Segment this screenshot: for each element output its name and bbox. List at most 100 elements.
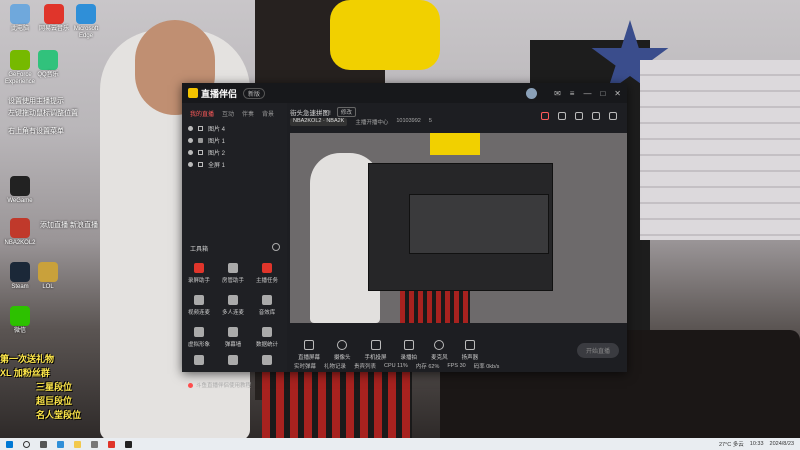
overlay-hint: 左键拖动鼠标调整位置 bbox=[8, 110, 78, 117]
tool-multi-link[interactable]: 多人连麦 bbox=[218, 295, 248, 316]
share-icon[interactable] bbox=[609, 112, 617, 120]
broadcast-center-link[interactable]: 主播开播中心 bbox=[355, 118, 388, 126]
status-item[interactable]: 实时弹幕 bbox=[294, 362, 316, 370]
camera-button[interactable]: 摄像头 bbox=[334, 339, 351, 361]
source-row[interactable]: 全屏 1 bbox=[182, 158, 287, 170]
screen-capture-button[interactable]: 直播屏幕 bbox=[298, 339, 320, 361]
close-icon[interactable]: ✕ bbox=[614, 89, 621, 98]
checkbox-icon[interactable] bbox=[198, 149, 203, 155]
checkbox-icon[interactable] bbox=[198, 161, 203, 167]
preview-yellow bbox=[430, 133, 480, 155]
microphone-button[interactable]: 麦克风 bbox=[431, 339, 448, 361]
stream-title: 街头急速拼图! 修改 bbox=[290, 107, 356, 117]
video-icon bbox=[194, 295, 204, 305]
eye-icon[interactable] bbox=[188, 161, 193, 167]
menu-icon[interactable]: ≡ bbox=[570, 89, 575, 98]
desktop-icon[interactable]: WeGame bbox=[2, 176, 38, 205]
danmu-overlay: 第一次送礼物 XL 加粉丝群 三星段位 超巨段位 名人堂段位 bbox=[0, 352, 110, 422]
window-controls: ✉ ≡ — □ ✕ bbox=[526, 87, 621, 99]
version-badge[interactable]: 新版 bbox=[243, 87, 266, 99]
desktop-icon[interactable]: 此电脑 bbox=[2, 4, 38, 33]
tab-accompany[interactable]: 伴奏 bbox=[242, 109, 254, 118]
tab-my-stream[interactable]: 我的直播 bbox=[190, 109, 214, 118]
live-companion-icon[interactable] bbox=[125, 440, 132, 448]
speaker-button[interactable]: 扬声器 bbox=[462, 339, 478, 361]
maximize-icon[interactable]: □ bbox=[600, 89, 605, 98]
tab-interact[interactable]: 互动 bbox=[222, 109, 234, 118]
tab-background[interactable]: 背景 bbox=[262, 109, 274, 118]
desktop-icon[interactable]: QQ音乐 bbox=[30, 50, 66, 79]
wegame-icon bbox=[10, 176, 30, 196]
tool-video-link[interactable]: 视频连麦 bbox=[184, 295, 214, 316]
gear-icon[interactable] bbox=[272, 243, 280, 251]
overlay-hint: 设置使用主播提示 bbox=[8, 98, 64, 105]
go-live-button[interactable]: 开始直播 bbox=[576, 342, 619, 358]
bell-icon[interactable] bbox=[592, 112, 600, 120]
start-icon[interactable] bbox=[6, 440, 13, 448]
clock-date[interactable]: 2024/8/23 bbox=[770, 441, 794, 447]
record-button[interactable]: 录播拍 bbox=[401, 339, 417, 361]
task-icon[interactable] bbox=[541, 112, 549, 120]
edit-title-button[interactable]: 修改 bbox=[336, 107, 356, 117]
tool-stats[interactable]: 数据统计 bbox=[252, 327, 282, 348]
music-icon bbox=[262, 295, 272, 305]
app-logo: 直播伴侣 bbox=[188, 87, 237, 100]
desktop-icon[interactable]: LOL bbox=[30, 262, 66, 291]
desktop-icon[interactable]: 微信 bbox=[2, 306, 38, 335]
status-item[interactable]: 贵宾列表 bbox=[354, 362, 376, 370]
overlay-hint: 右上角有设置菜单 bbox=[8, 128, 64, 135]
checkbox-icon[interactable] bbox=[198, 125, 203, 131]
avatar[interactable] bbox=[526, 87, 538, 99]
tool-room-admin[interactable]: 房管助手 bbox=[218, 263, 248, 284]
search-icon[interactable] bbox=[23, 440, 30, 448]
source-row[interactable]: 图片 4 bbox=[182, 122, 287, 134]
status-item: 码率 0kb/s bbox=[473, 364, 500, 370]
room-id: 10103992 bbox=[396, 118, 421, 124]
calendar-icon[interactable] bbox=[575, 112, 583, 120]
explorer-icon[interactable] bbox=[74, 440, 81, 448]
live-companion-window: 直播伴侣 新版 ✉ ≡ — □ ✕ 我的直播 互动 伴奏 背景 图片 4 图片 … bbox=[182, 83, 627, 389]
stream-preview[interactable] bbox=[290, 133, 627, 323]
store-icon[interactable] bbox=[91, 440, 98, 448]
wallpaper-trailer-panel bbox=[640, 60, 800, 240]
overlay-hint: 添加直播 新浪直播 bbox=[40, 222, 98, 229]
tool-replay[interactable] bbox=[184, 355, 214, 368]
camera-icon bbox=[337, 339, 348, 350]
edge-icon[interactable] bbox=[57, 440, 64, 448]
task-view-icon[interactable] bbox=[40, 440, 47, 448]
netease-icon[interactable] bbox=[108, 440, 115, 448]
tool-avatar[interactable]: 虚拟形象 bbox=[184, 327, 214, 348]
desktop-icon[interactable]: NBA2KOL2 bbox=[2, 218, 38, 247]
clock-time[interactable]: 10:33 bbox=[750, 441, 764, 447]
phone-cast-button[interactable]: 手机投屏 bbox=[365, 339, 387, 361]
share-screen-icon[interactable] bbox=[558, 112, 566, 120]
tool-settings[interactable] bbox=[252, 355, 282, 368]
weather-widget[interactable]: 27°C 多云 bbox=[719, 440, 744, 448]
status-item[interactable]: 礼物记录 bbox=[324, 362, 346, 370]
message-icon[interactable]: ✉ bbox=[554, 89, 561, 98]
source-row[interactable]: 图片 1 bbox=[182, 134, 287, 146]
desktop-icon[interactable]: Microsoft Edge bbox=[68, 4, 104, 40]
source-row[interactable]: 图片 2 bbox=[182, 146, 287, 158]
stream-meta: NBA2KOL2 · NBA2K 主播开播中心 10103992 5 bbox=[290, 118, 432, 126]
danmu-line: 名人堂段位 bbox=[36, 410, 82, 420]
tool-more[interactable] bbox=[218, 355, 248, 368]
tool-task[interactable]: 主播任务 bbox=[252, 263, 282, 284]
status-item: CPU 11% bbox=[384, 363, 408, 369]
category-tag[interactable]: NBA2KOL2 · NBA2K bbox=[290, 118, 348, 126]
eye-icon[interactable] bbox=[188, 137, 193, 143]
eye-icon[interactable] bbox=[188, 125, 193, 131]
tool-sound[interactable]: 音效库 bbox=[252, 295, 282, 316]
tutorial-link[interactable]: 斗鱼直播伴侣使用教程 bbox=[188, 381, 251, 389]
tool-record[interactable]: 录屏助手 bbox=[184, 263, 214, 284]
scene-tabs: 我的直播 互动 伴奏 背景 bbox=[182, 103, 287, 122]
tool-danmu-wall[interactable]: 弹幕墙 bbox=[218, 327, 248, 348]
left-panel: 我的直播 互动 伴奏 背景 图片 4 图片 1 图片 2 全屏 1 工具箱 录屏… bbox=[182, 103, 287, 389]
danmu-line: XL 加粉丝群 bbox=[0, 368, 50, 378]
viewer-count: 5 bbox=[428, 118, 432, 124]
eye-icon[interactable] bbox=[188, 149, 193, 155]
desktop-icon[interactable]: 网易云音乐 bbox=[36, 4, 72, 33]
status-strip: 实时弹幕 礼物记录 贵宾列表 CPU 11% 内存 62% FPS 30 码率 … bbox=[290, 360, 630, 372]
lock-icon[interactable] bbox=[198, 137, 203, 143]
minimize-icon[interactable]: — bbox=[583, 89, 591, 98]
